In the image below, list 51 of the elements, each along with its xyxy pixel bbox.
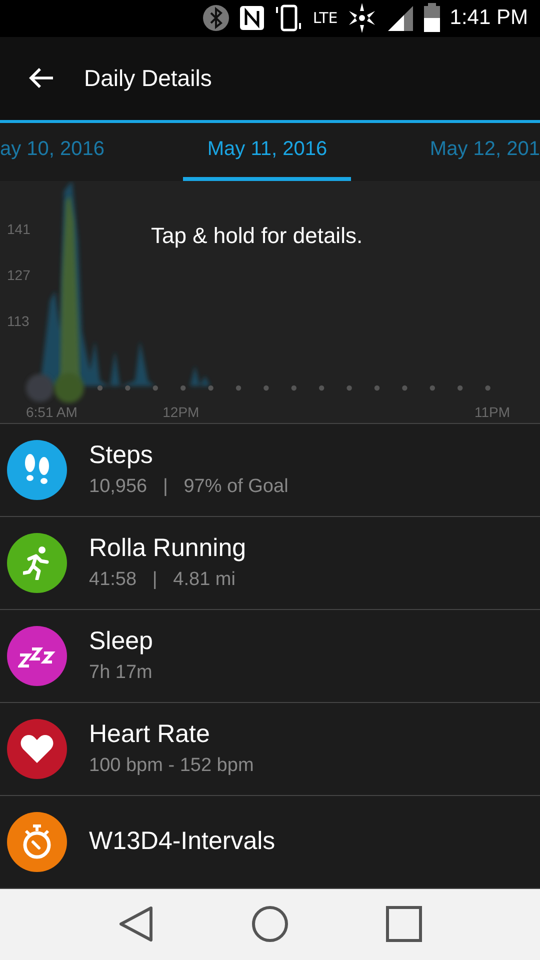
- timeline-dot: [402, 385, 408, 390]
- chart-hint: Tap & hold for details.: [151, 222, 363, 249]
- x-axis-label: 11PM: [474, 404, 510, 420]
- activity-title: Steps: [89, 441, 154, 470]
- vibrate-icon: [274, 3, 304, 34]
- y-axis-label: 127: [7, 266, 30, 283]
- signal-icon: [386, 4, 414, 32]
- timeline-dot: [374, 385, 380, 390]
- y-axis-label: 113: [7, 312, 30, 329]
- runner-icon: [23, 546, 51, 580]
- activity-title: Sleep: [89, 627, 153, 656]
- y-axis-label: 141: [7, 220, 30, 237]
- timeline-dot: [346, 385, 352, 390]
- timeline-dot: [485, 385, 490, 390]
- activity-title: Heart Rate: [89, 720, 211, 750]
- status-time: 1:41 PM: [450, 6, 528, 30]
- timeline-dot: [430, 385, 435, 390]
- timeline-dot: [236, 385, 242, 390]
- activity-detail: 100 bpm - 152 bpm: [89, 755, 254, 778]
- timeline-dot: [291, 385, 296, 390]
- activity-title: W13D4-Intervals: [89, 827, 276, 856]
- home-icon[interactable]: [250, 905, 289, 944]
- activity-detail: 7h 17m: [89, 662, 153, 684]
- timeline-dot: [180, 385, 186, 390]
- date-tab[interactable]: ay 10, 2016: [0, 122, 129, 181]
- activity-marker: [54, 372, 84, 403]
- timeline-dot: [208, 385, 214, 390]
- back-nav-icon[interactable]: [118, 905, 154, 944]
- timeline-dot: [264, 385, 269, 390]
- timeline-dot: [125, 385, 130, 390]
- timeline-dot: [458, 385, 463, 390]
- heart-icon: [20, 734, 54, 764]
- nfc-icon: [238, 5, 265, 32]
- timeline-dot: [97, 385, 103, 390]
- activity-detail: 10,956 | 97% of Goal: [89, 476, 288, 498]
- screen-title: Daily Details: [84, 64, 212, 92]
- bluetooth-icon: [202, 4, 230, 32]
- timeline-dot: [152, 385, 158, 390]
- footprints-icon: [22, 452, 52, 487]
- recents-icon[interactable]: [386, 906, 422, 942]
- back-arrow-icon: [28, 67, 54, 90]
- stopwatch-icon: [21, 824, 53, 860]
- activity-detail: 41:58 | 4.81 mi: [89, 569, 236, 592]
- date-tab[interactable]: May 12, 201: [406, 122, 540, 181]
- battery-icon: [422, 3, 441, 34]
- activity-title: Rolla Running: [89, 534, 246, 564]
- sleep-marker: [26, 374, 54, 402]
- timeline-dot: [319, 385, 324, 390]
- x-axis-label: 6:51 AM: [26, 404, 78, 420]
- network-type: LTE: [312, 9, 338, 28]
- x-axis-label: 12PM: [162, 404, 200, 420]
